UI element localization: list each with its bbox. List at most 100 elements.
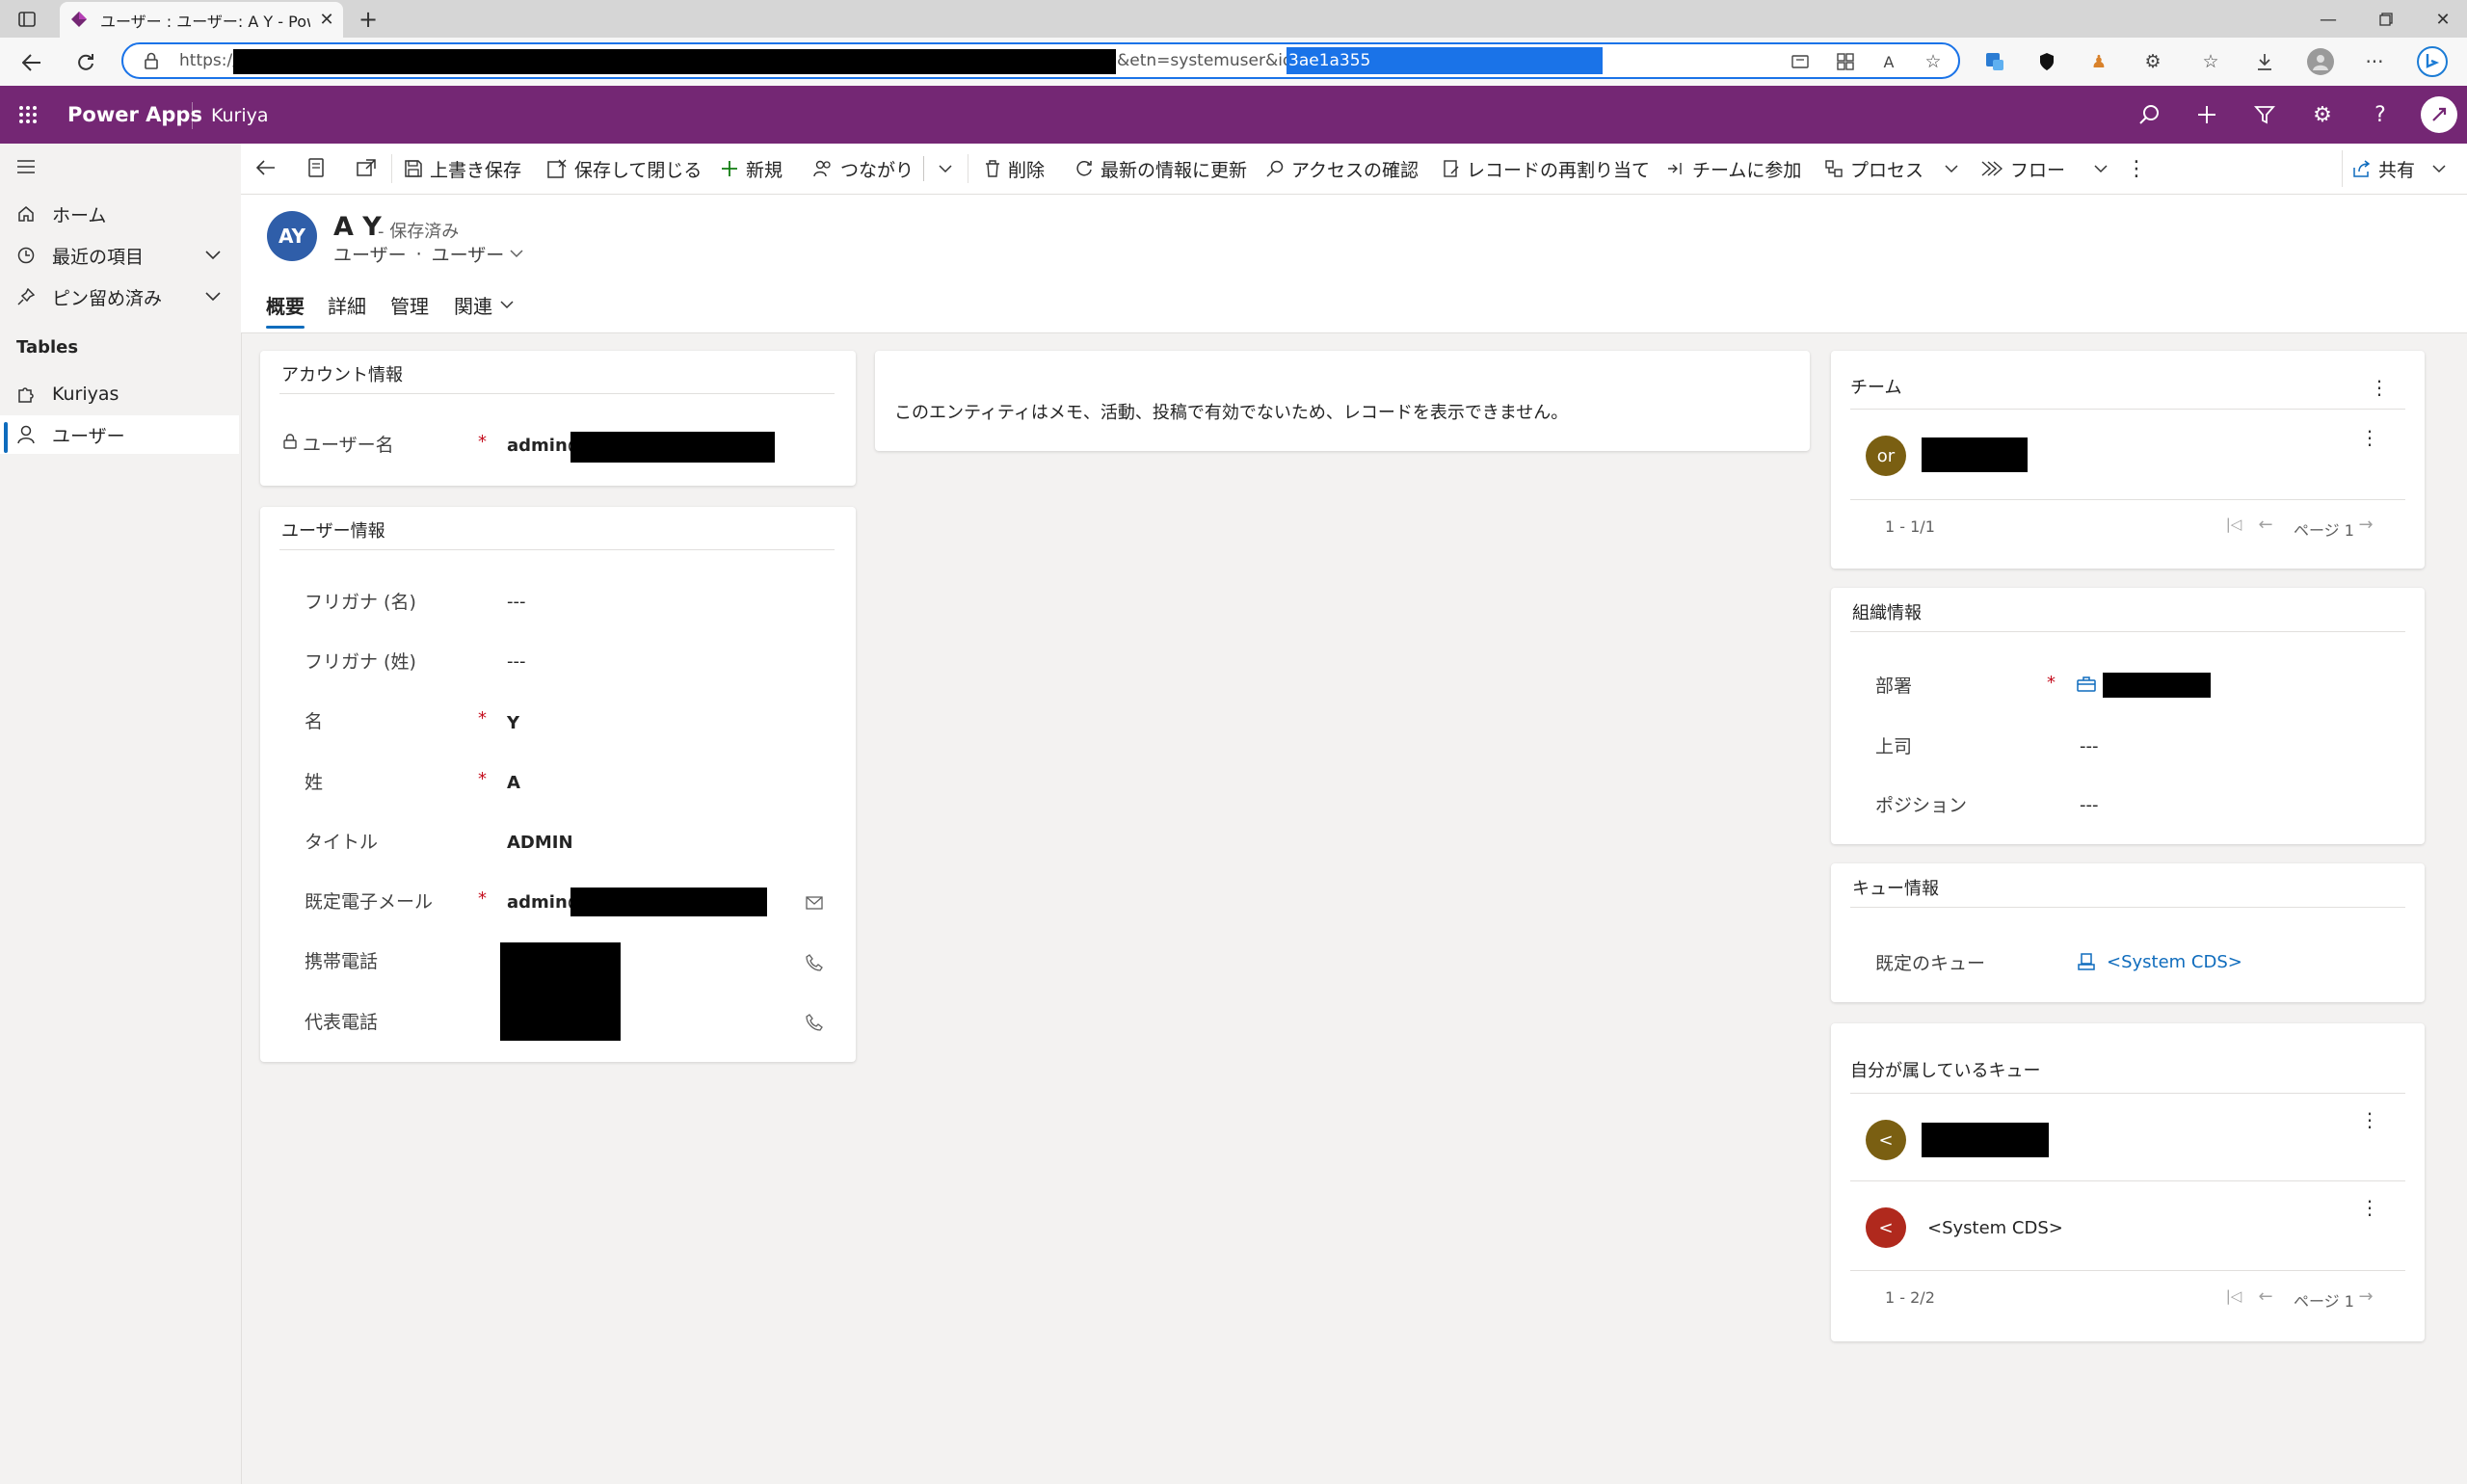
clock-icon bbox=[13, 247, 39, 264]
send-email-icon[interactable] bbox=[804, 892, 825, 914]
save-button[interactable]: 上書き保存 bbox=[405, 151, 521, 186]
extension-shield-icon[interactable] bbox=[2035, 50, 2058, 73]
process-button[interactable]: プロセス bbox=[1825, 151, 1958, 186]
first-page-icon[interactable]: |◁ bbox=[2224, 515, 2243, 534]
previous-page-icon[interactable]: ← bbox=[2255, 515, 2276, 535]
reassign-button[interactable]: レコードの再割り当て bbox=[1444, 151, 1650, 186]
plus-icon[interactable] bbox=[2193, 101, 2220, 128]
flow-button[interactable]: フロー bbox=[1981, 151, 2108, 186]
queue-name[interactable]: <System CDS> bbox=[1927, 1218, 2063, 1238]
position-value[interactable]: --- bbox=[2080, 795, 2099, 815]
extension-blue-icon[interactable] bbox=[1983, 50, 2006, 73]
save-close-button[interactable]: 保存して閉じる bbox=[547, 151, 702, 186]
sidebar-item-pinned[interactable]: ピン留め済み bbox=[0, 278, 239, 316]
back-icon[interactable] bbox=[17, 48, 46, 77]
chevron-down-icon[interactable] bbox=[202, 245, 224, 266]
user-account-icon[interactable] bbox=[2421, 96, 2457, 133]
apps-icon[interactable] bbox=[1834, 50, 1857, 73]
reader-view-icon[interactable] bbox=[1789, 50, 1812, 73]
sidebar-section-title: Tables bbox=[16, 337, 79, 358]
bing-copilot-icon[interactable] bbox=[2417, 46, 2448, 77]
lock-icon[interactable] bbox=[141, 50, 162, 71]
share-button[interactable]: 共有 bbox=[2353, 151, 2446, 186]
favorite-star-icon[interactable]: ☆ bbox=[1922, 50, 1945, 73]
first-name-value[interactable]: Y bbox=[507, 713, 519, 733]
delete-button[interactable]: 削除 bbox=[985, 151, 1045, 186]
form-icon[interactable] bbox=[303, 154, 330, 181]
join-icon bbox=[1667, 162, 1684, 175]
read-aloud-icon[interactable]: A bbox=[1877, 50, 1900, 73]
environment-name[interactable]: Kuriya bbox=[211, 105, 269, 126]
default-queue-link[interactable]: <System CDS> bbox=[2107, 952, 2242, 972]
extension-figure-icon[interactable]: ♟ bbox=[2087, 50, 2110, 73]
close-tab-icon[interactable]: ✕ bbox=[316, 9, 337, 30]
more-commands-icon[interactable]: ⋮ bbox=[2126, 154, 2147, 183]
app-launcher-waffle-icon[interactable] bbox=[15, 102, 40, 127]
row-divider bbox=[1850, 499, 2405, 500]
help-icon[interactable]: ? bbox=[2367, 101, 2394, 128]
connect-button[interactable]: つながり bbox=[813, 151, 914, 186]
more-options-icon[interactable]: ⋮ bbox=[2360, 1108, 2379, 1131]
redacted-queue-name[interactable] bbox=[1922, 1123, 2049, 1157]
gear-icon[interactable]: ⚙ bbox=[2309, 101, 2336, 128]
filter-icon[interactable] bbox=[2251, 101, 2278, 128]
section-title: 自分が属しているキュー bbox=[1850, 1061, 2041, 1081]
downloads-icon[interactable] bbox=[2253, 50, 2276, 73]
tab-actions-icon[interactable] bbox=[15, 8, 39, 31]
next-page-icon[interactable]: → bbox=[2355, 515, 2376, 535]
back-arrow-icon[interactable] bbox=[252, 154, 279, 181]
join-team-button[interactable]: チームに参加 bbox=[1667, 151, 1801, 186]
section-divider bbox=[279, 549, 835, 550]
sidebar-item-home[interactable]: ホーム bbox=[0, 195, 239, 233]
next-page-icon[interactable]: → bbox=[2355, 1286, 2376, 1307]
phone-icon[interactable] bbox=[804, 1012, 825, 1033]
redacted-team-name[interactable] bbox=[1922, 437, 2028, 472]
refresh-button[interactable]: 最新の情報に更新 bbox=[1075, 151, 1247, 186]
last-name-value[interactable]: A bbox=[507, 773, 520, 793]
first-page-icon[interactable]: |◁ bbox=[2224, 1286, 2243, 1306]
record-subtitle[interactable]: ユーザー · ユーザー bbox=[333, 241, 523, 267]
manager-value[interactable]: --- bbox=[2080, 736, 2099, 756]
more-options-icon[interactable]: ⋮ bbox=[2370, 376, 2389, 399]
check-access-button[interactable]: アクセスの確認 bbox=[1266, 151, 1419, 186]
search-icon[interactable] bbox=[2135, 101, 2162, 128]
minimize-icon[interactable]: — bbox=[2315, 6, 2342, 33]
settings-more-icon[interactable]: ··· bbox=[2363, 50, 2386, 73]
furigana-first-value[interactable]: --- bbox=[507, 592, 526, 612]
close-window-icon[interactable]: ✕ bbox=[2429, 6, 2456, 33]
required-marker: * bbox=[478, 708, 487, 729]
required-marker: * bbox=[478, 888, 487, 909]
phone-icon[interactable] bbox=[804, 952, 825, 973]
tab-details[interactable]: 詳細 bbox=[328, 291, 366, 319]
more-options-icon[interactable]: ⋮ bbox=[2360, 426, 2379, 449]
tab-summary[interactable]: 概要 bbox=[266, 291, 305, 319]
timeline-message: このエンティティはメモ、活動、投稿で有効でないため、レコードを表示できません。 bbox=[894, 403, 1569, 423]
title-value[interactable]: ADMIN bbox=[507, 833, 573, 853]
chevron-down-icon[interactable] bbox=[935, 158, 956, 179]
redacted-department[interactable] bbox=[2103, 673, 2211, 698]
new-button[interactable]: 新規 bbox=[721, 151, 783, 186]
required-marker: * bbox=[478, 432, 487, 452]
favorites-icon[interactable]: ☆ bbox=[2199, 50, 2222, 73]
tab-related[interactable]: 関連 bbox=[454, 291, 514, 319]
restore-icon[interactable] bbox=[2373, 6, 2400, 33]
sidebar-item-label: ホーム bbox=[52, 204, 107, 226]
url-prefix: https:// bbox=[179, 51, 238, 70]
profile-avatar-icon[interactable] bbox=[2307, 48, 2334, 75]
tab-admin[interactable]: 管理 bbox=[390, 291, 429, 319]
extensions-puzzle-icon[interactable]: ⚙ bbox=[2141, 50, 2164, 73]
refresh-icon[interactable] bbox=[71, 48, 100, 77]
app-name[interactable]: Power Apps bbox=[67, 103, 202, 126]
previous-page-icon[interactable]: ← bbox=[2255, 1286, 2276, 1307]
first-name-label: 名 bbox=[305, 711, 324, 732]
hamburger-menu-icon[interactable] bbox=[13, 154, 39, 179]
sidebar-item-users[interactable]: ユーザー bbox=[0, 415, 239, 454]
open-new-window-icon[interactable] bbox=[353, 154, 380, 181]
more-options-icon[interactable]: ⋮ bbox=[2360, 1196, 2379, 1219]
new-tab-icon[interactable]: + bbox=[355, 6, 382, 33]
sidebar-item-recent[interactable]: 最近の項目 bbox=[0, 236, 239, 275]
pager-page: ページ 1 bbox=[2294, 521, 2354, 540]
furigana-last-value[interactable]: --- bbox=[507, 651, 526, 672]
sidebar-item-kuriyas[interactable]: Kuriyas bbox=[0, 375, 239, 413]
chevron-down-icon[interactable] bbox=[202, 286, 224, 307]
